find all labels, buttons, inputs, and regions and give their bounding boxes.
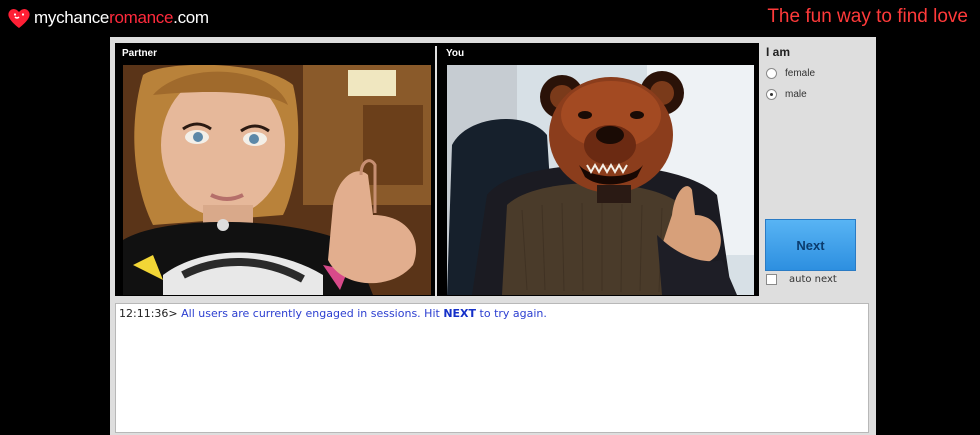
logo-text: mychanceromance.com	[34, 8, 209, 28]
message-timestamp: 12:11:36>	[119, 307, 178, 320]
partner-video-feed	[123, 65, 431, 295]
site-logo[interactable]: mychanceromance.com	[6, 4, 209, 32]
radio-icon[interactable]	[766, 89, 777, 100]
logo-part-chance: chance	[56, 8, 110, 27]
chat-message: 12:11:36> All users are currently engage…	[119, 307, 865, 320]
chat-log[interactable]: 12:11:36> All users are currently engage…	[115, 303, 869, 433]
gender-controls: I am female male Next auto next	[765, 43, 874, 303]
chat-panel: Partner You I am female male Next auto n…	[110, 37, 876, 435]
radio-icon[interactable]	[766, 68, 777, 79]
you-video-label: You	[446, 48, 465, 59]
i-am-label: I am	[766, 45, 791, 59]
auto-next-label: auto next	[789, 274, 837, 285]
gender-option-female[interactable]: female	[766, 68, 815, 79]
site-tagline: The fun way to find love	[767, 6, 968, 27]
logo-part-dotcom: .com	[173, 8, 209, 27]
you-video-feed	[447, 65, 754, 295]
checkbox-icon[interactable]	[766, 274, 777, 285]
message-text-tail: to try again.	[479, 307, 547, 320]
partner-video-label: Partner	[122, 48, 158, 59]
gender-male-label: male	[785, 89, 807, 100]
logo-part-romance: romance	[109, 8, 174, 27]
video-area: Partner You	[115, 43, 759, 296]
next-button[interactable]: Next	[765, 219, 856, 271]
heart-icon	[6, 6, 32, 30]
message-text: All users are currently engaged in sessi…	[181, 307, 440, 320]
auto-next-option[interactable]: auto next	[766, 274, 837, 285]
message-keyword: NEXT	[443, 307, 477, 320]
video-divider	[435, 46, 437, 296]
gender-option-male[interactable]: male	[766, 89, 807, 100]
logo-part-my: my	[34, 8, 57, 27]
gender-female-label: female	[785, 68, 816, 79]
